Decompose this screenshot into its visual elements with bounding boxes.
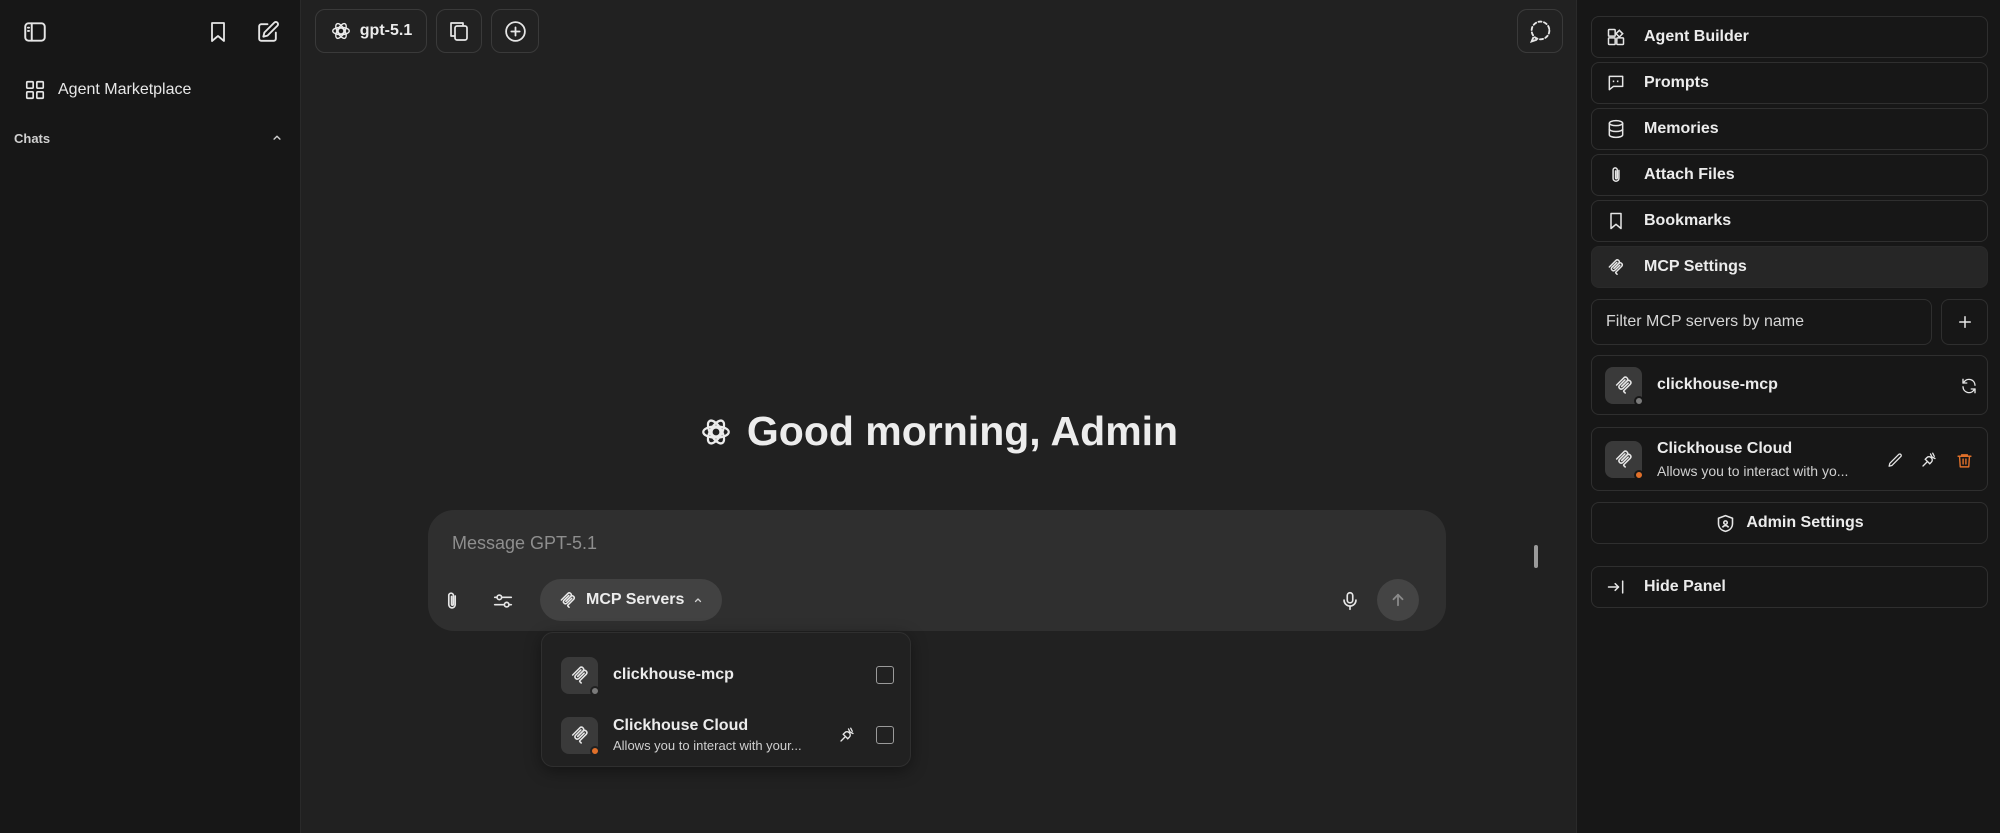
agent-marketplace-link[interactable]: Agent Marketplace — [12, 72, 288, 108]
app-root: Agent Marketplace Chats gpt-5.1 Good mor… — [0, 0, 2000, 833]
pencil-icon[interactable] — [1881, 446, 1909, 474]
panel-item-label: Bookmarks — [1644, 212, 1732, 229]
plus-icon — [1956, 313, 1974, 331]
hide-panel-button[interactable]: Hide Panel — [1591, 566, 1988, 608]
chevron-up-icon — [692, 594, 704, 606]
panel-item-label: Attach Files — [1644, 166, 1735, 183]
mcp-server-description: Allows you to interact with your... — [613, 738, 802, 753]
arrow-right-to-line-icon — [1606, 577, 1626, 597]
plus-circle-icon[interactable] — [491, 9, 539, 53]
message-composer: MCP Servers — [428, 510, 1446, 631]
mcp-filter-input[interactable] — [1591, 299, 1932, 345]
plug-icon[interactable] — [1915, 446, 1943, 474]
send-button[interactable] — [1377, 579, 1419, 621]
panel-item-agent-builder[interactable]: Agent Builder — [1591, 16, 1988, 58]
chevron-up-icon — [270, 131, 284, 145]
chats-label: Chats — [14, 130, 51, 146]
bookmark-icon[interactable] — [198, 12, 238, 52]
mcp-server-name: Clickhouse Cloud — [613, 717, 749, 734]
admin-settings-label: Admin Settings — [1746, 514, 1864, 531]
sidebar-toggle-icon[interactable] — [15, 12, 55, 52]
mcp-servers-dropdown: clickhouse-mcp Clickhouse Cloud Allows y… — [541, 632, 911, 767]
panel-item-memories[interactable]: Memories — [1591, 108, 1988, 150]
hide-panel-label: Hide Panel — [1644, 578, 1726, 595]
panel-item-bookmarks[interactable]: Bookmarks — [1591, 200, 1988, 242]
status-dot — [590, 745, 600, 756]
mcp-server-icon — [561, 656, 600, 696]
mcp-server-checkbox[interactable] — [876, 726, 894, 744]
plug-icon[interactable] — [838, 726, 856, 744]
panel-item-label: Memories — [1644, 120, 1719, 137]
mcp-server-checkbox[interactable] — [876, 666, 894, 684]
refresh-icon[interactable] — [1955, 372, 1983, 400]
mcp-icon — [1606, 257, 1626, 277]
add-mcp-server-button[interactable] — [1941, 299, 1988, 345]
greeting-text: Good morning, Admin — [746, 408, 1179, 454]
mcp-server-card[interactable]: Clickhouse Cloud Allows you to interact … — [1591, 427, 1988, 491]
database-icon — [1606, 119, 1626, 139]
paperclip-icon — [1606, 165, 1626, 185]
mcp-server-icon — [1605, 440, 1644, 480]
mcp-server-icon — [1605, 366, 1644, 406]
mcp-servers-button[interactable]: MCP Servers — [540, 579, 723, 621]
mcp-dropdown-item[interactable]: clickhouse-mcp — [542, 647, 912, 703]
shield-icon — [1715, 513, 1736, 534]
microphone-icon[interactable] — [1332, 583, 1368, 619]
model-selector-button[interactable]: gpt-5.1 — [315, 9, 427, 53]
panel-item-prompts[interactable]: Prompts — [1591, 62, 1988, 104]
grid-icon — [24, 79, 46, 101]
admin-settings-button[interactable]: Admin Settings — [1591, 502, 1988, 544]
status-dot — [1634, 395, 1644, 406]
mcp-server-name: clickhouse-mcp — [613, 666, 734, 683]
paperclip-icon[interactable] — [434, 583, 470, 619]
settings-sliders-icon[interactable] — [485, 583, 521, 619]
panel-item-mcp-settings[interactable]: MCP Settings — [1591, 246, 1988, 288]
panel-item-label: MCP Settings — [1644, 258, 1747, 275]
openai-icon — [699, 415, 733, 449]
mcp-icon — [558, 590, 578, 610]
new-chat-icon[interactable] — [247, 12, 287, 52]
mcp-server-card[interactable]: clickhouse-mcp — [1591, 355, 1988, 415]
scrollbar-thumb[interactable] — [1534, 545, 1538, 568]
status-dot — [1634, 469, 1644, 480]
panel-item-label: Prompts — [1644, 74, 1709, 91]
prompts-icon — [1606, 73, 1626, 93]
message-input[interactable] — [452, 528, 1352, 558]
temporary-chat-icon[interactable] — [1517, 9, 1563, 53]
agent-builder-icon — [1606, 27, 1626, 47]
agent-marketplace-label: Agent Marketplace — [58, 81, 192, 98]
copy-icon[interactable] — [436, 9, 482, 53]
chats-section-header[interactable]: Chats — [14, 128, 284, 148]
mcp-servers-label: MCP Servers — [586, 591, 685, 608]
arrow-up-icon — [1389, 591, 1407, 609]
greeting-heading: Good morning, Admin — [301, 408, 1576, 455]
status-dot — [590, 685, 600, 696]
panel-item-label: Agent Builder — [1644, 28, 1749, 45]
mcp-server-name: clickhouse-mcp — [1657, 376, 1778, 393]
mcp-dropdown-item[interactable]: Clickhouse Cloud Allows you to interact … — [542, 707, 912, 763]
right-panel: Agent Builder Prompts Memories Attach Fi… — [1576, 0, 2000, 833]
panel-item-attach-files[interactable]: Attach Files — [1591, 154, 1988, 196]
left-sidebar: Agent Marketplace Chats — [0, 0, 301, 833]
bookmark-icon — [1606, 211, 1626, 231]
mcp-server-description: Allows you to interact with yo... — [1657, 462, 1849, 479]
mcp-server-icon — [561, 716, 600, 756]
mcp-server-name: Clickhouse Cloud — [1657, 439, 1793, 457]
model-label: gpt-5.1 — [359, 22, 413, 39]
openai-icon — [330, 20, 352, 42]
trash-icon[interactable] — [1950, 446, 1978, 474]
main-area: gpt-5.1 Good morning, Admin Message GPT-… — [301, 0, 1576, 833]
